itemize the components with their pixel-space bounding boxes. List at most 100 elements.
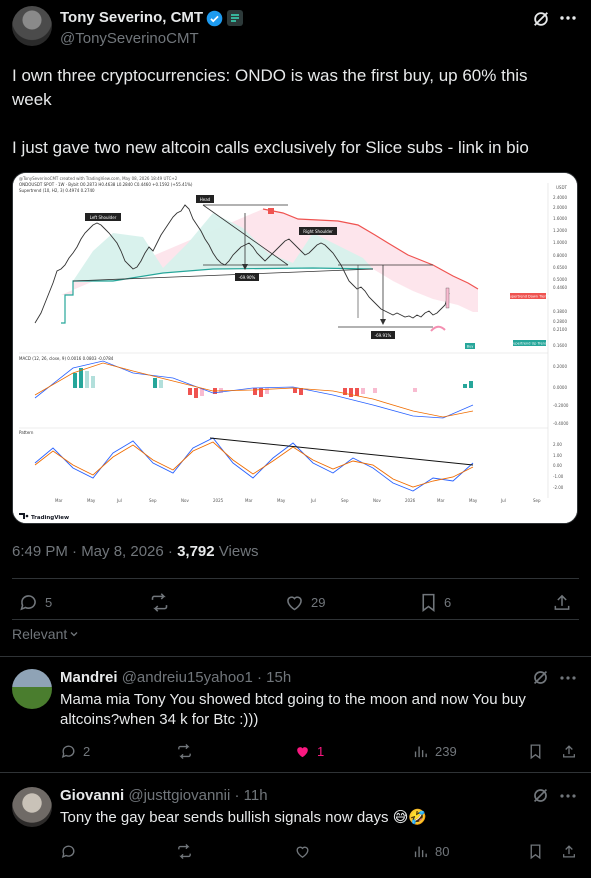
reply-button[interactable]: 5 bbox=[18, 592, 52, 613]
svg-text:-0.2000: -0.2000 bbox=[553, 403, 569, 408]
repost-icon bbox=[178, 743, 191, 760]
svg-text:0.4460: 0.4460 bbox=[553, 285, 567, 290]
svg-text:Sep: Sep bbox=[341, 498, 349, 503]
share-button[interactable] bbox=[561, 843, 577, 860]
svg-text:May: May bbox=[87, 498, 96, 503]
svg-text:0.8000: 0.8000 bbox=[553, 253, 567, 258]
label-supertrend-down: Supertrend Down Trend bbox=[507, 295, 548, 299]
tweet-time[interactable]: 6:49 PM · May 8, 2026 · bbox=[12, 543, 177, 560]
reply-author-handle[interactable]: @andreiu15yahoo1 · 15h bbox=[122, 669, 292, 686]
author-handle[interactable]: @TonySeverinoCMT bbox=[60, 30, 199, 47]
label-head: Head bbox=[200, 197, 211, 202]
more-options-icon[interactable] bbox=[559, 791, 577, 801]
affiliate-badge-icon[interactable] bbox=[227, 10, 243, 26]
chart-image[interactable]: @TonySeverinoCMT created with TradingVie… bbox=[12, 172, 578, 524]
like-count: 1 bbox=[317, 744, 325, 759]
bookmark-icon bbox=[530, 844, 541, 860]
grok-icon[interactable] bbox=[532, 669, 549, 686]
label-left-shoulder: Left Shoulder bbox=[90, 215, 117, 220]
author-avatar[interactable] bbox=[12, 6, 52, 46]
reply-author-name[interactable]: Giovanni bbox=[60, 787, 124, 804]
svg-text:0.00: 0.00 bbox=[553, 463, 562, 468]
tweet-text-line: week bbox=[12, 90, 52, 109]
svg-text:-0.4000: -0.4000 bbox=[553, 421, 569, 426]
chart-header-line: ONDOUSDT SPOT · 1W · Bybit O0.2873 H0.46… bbox=[19, 182, 193, 187]
svg-text:0.1600: 0.1600 bbox=[553, 343, 567, 348]
bookmark-icon bbox=[422, 593, 435, 612]
reply-text-line: altcoins?when 34 k for Btc :))) bbox=[60, 711, 259, 728]
heart-icon bbox=[296, 846, 309, 858]
svg-text:-1.00: -1.00 bbox=[553, 474, 564, 479]
reply-item[interactable]: Giovanni @justtgiovannii · 11h Tony the … bbox=[0, 773, 591, 878]
bookmark-button[interactable]: 6 bbox=[419, 592, 451, 613]
bookmark-count: 6 bbox=[444, 595, 452, 610]
svg-text:0.3800: 0.3800 bbox=[553, 309, 567, 314]
svg-text:1.00: 1.00 bbox=[553, 453, 562, 458]
svg-text:0.5000: 0.5000 bbox=[553, 277, 567, 282]
svg-text:0.6500: 0.6500 bbox=[553, 265, 567, 270]
reply-author-handle[interactable]: @justtgiovannii · 11h bbox=[128, 787, 267, 804]
repost-button[interactable] bbox=[176, 843, 193, 860]
like-button[interactable]: 1 bbox=[294, 743, 324, 760]
reply-item[interactable]: Mandrei @andreiu15yahoo1 · 15h Mama mia … bbox=[0, 657, 591, 771]
sort-dropdown[interactable]: Relevant bbox=[12, 626, 79, 642]
reply-text-line: Mama mia Tony You showed btcd going to t… bbox=[60, 691, 526, 708]
svg-text:Jul: Jul bbox=[500, 498, 506, 503]
reply-button[interactable]: 2 bbox=[60, 743, 90, 760]
reply-button[interactable] bbox=[60, 843, 83, 860]
share-icon bbox=[554, 594, 570, 610]
svg-text:1.6000: 1.6000 bbox=[553, 216, 567, 221]
svg-text:Sep: Sep bbox=[149, 498, 157, 503]
like-count: 29 bbox=[311, 595, 326, 610]
bookmark-icon bbox=[530, 744, 541, 760]
label-buy: Buy bbox=[467, 345, 474, 349]
share-button[interactable] bbox=[561, 743, 577, 760]
macd-label: MACD (12, 26, close, 9) 0.0016 0.0803 -0… bbox=[19, 356, 114, 361]
author-name[interactable]: Tony Severino, CMT bbox=[60, 9, 203, 26]
view-count: 239 bbox=[435, 744, 457, 759]
repost-button[interactable] bbox=[149, 592, 170, 613]
view-count: 80 bbox=[435, 844, 450, 859]
analytics-icon bbox=[414, 746, 427, 758]
svg-text:0.2000: 0.2000 bbox=[553, 364, 567, 369]
share-icon bbox=[563, 845, 575, 858]
reply-text-line: Tony the gay bear sends bullish signals … bbox=[60, 809, 428, 826]
svg-text:Jul: Jul bbox=[310, 498, 316, 503]
svg-text:2026: 2026 bbox=[405, 498, 416, 503]
bookmark-button[interactable] bbox=[528, 743, 543, 760]
more-options-icon[interactable] bbox=[559, 13, 577, 23]
svg-text:0.0000: 0.0000 bbox=[553, 385, 567, 390]
sort-label: Relevant bbox=[12, 626, 68, 642]
like-button[interactable]: 29 bbox=[284, 592, 325, 613]
views-button[interactable]: 239 bbox=[412, 743, 457, 760]
grok-icon[interactable] bbox=[532, 10, 550, 28]
views-count: 3,792 bbox=[177, 543, 215, 560]
grok-icon[interactable] bbox=[532, 787, 549, 804]
reply-icon bbox=[61, 845, 75, 858]
reply-icon bbox=[20, 595, 36, 611]
label-right-shoulder: Right Shoulder bbox=[303, 229, 333, 234]
views-button[interactable]: 80 bbox=[412, 843, 449, 860]
avatar[interactable] bbox=[12, 787, 52, 827]
reply-count: 5 bbox=[45, 595, 53, 610]
reply-icon bbox=[61, 745, 75, 758]
svg-text:TradingView: TradingView bbox=[31, 515, 69, 521]
share-button[interactable] bbox=[552, 592, 572, 613]
like-button[interactable] bbox=[294, 843, 317, 860]
bookmark-button[interactable] bbox=[528, 843, 543, 860]
label-drop-1: -69.90% bbox=[239, 275, 256, 280]
reply-author-name[interactable]: Mandrei bbox=[60, 669, 118, 686]
reply-count: 2 bbox=[83, 744, 91, 759]
tweet-text: I own three cryptocurrencies: ONDO is wa… bbox=[12, 64, 582, 160]
svg-text:Sep: Sep bbox=[533, 498, 541, 503]
repost-button[interactable] bbox=[176, 743, 193, 760]
more-options-icon[interactable] bbox=[559, 673, 577, 683]
verified-badge-icon bbox=[206, 10, 223, 27]
avatar[interactable] bbox=[12, 669, 52, 709]
repost-icon bbox=[151, 593, 168, 612]
pattern-label: Pattern bbox=[19, 430, 34, 435]
chart-header-line: @TonySeverinoCMT created with TradingVie… bbox=[19, 176, 178, 181]
heart-filled-icon bbox=[297, 747, 308, 758]
svg-text:May: May bbox=[469, 498, 478, 503]
svg-text:Nov: Nov bbox=[181, 498, 189, 503]
